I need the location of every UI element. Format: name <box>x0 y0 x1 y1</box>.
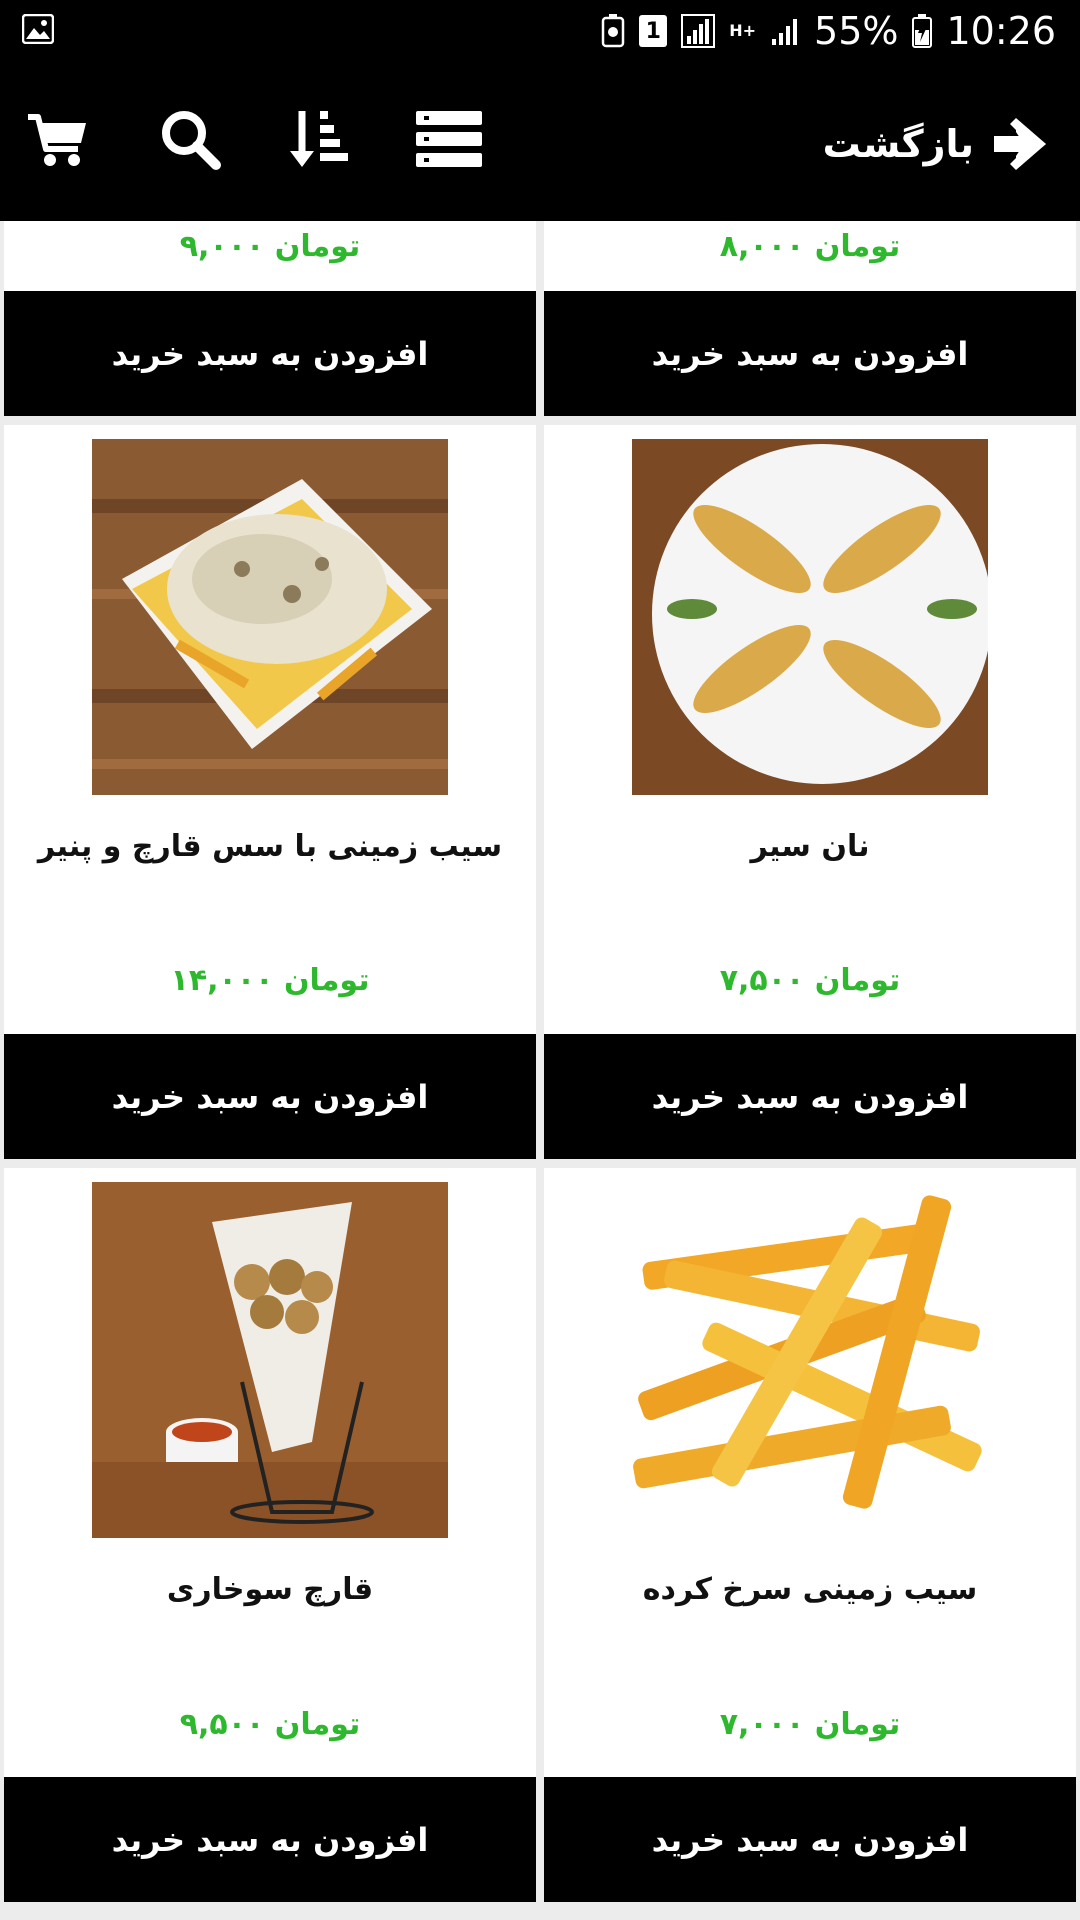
product-image[interactable] <box>92 439 448 795</box>
app-bar: بازگشت <box>0 62 1080 221</box>
clock: 10:26 <box>946 9 1056 53</box>
fried-mushrooms-image <box>92 1182 448 1538</box>
price-cell: ۷,۰۰۰ تومان <box>544 1669 1076 1779</box>
add-to-cart-button[interactable]: افزودن به سبد خرید <box>544 291 1076 416</box>
sim-badge: 1 <box>639 15 668 47</box>
back-button[interactable]: بازگشت <box>823 114 1048 174</box>
product-name: قارچ سوخاری <box>166 1572 374 1607</box>
battery-icon <box>912 14 933 48</box>
product-grid[interactable]: ۹,۰۰۰ تومان ۸,۰۰۰ تومان افزودن به سبد خر… <box>0 221 1080 1920</box>
search-icon[interactable] <box>158 107 222 171</box>
product-price: ۷,۰۰۰ تومان <box>719 1707 901 1742</box>
product-name: نان سیر <box>750 829 870 864</box>
status-bar: 1 H+ 55% 10:26 <box>0 0 1080 62</box>
product-price: ۸,۰۰۰ تومان <box>719 229 901 264</box>
product-price: ۷,۵۰۰ تومان <box>719 963 901 998</box>
list-view-icon[interactable] <box>414 107 484 171</box>
product-image[interactable] <box>92 1182 448 1538</box>
product-image[interactable] <box>632 439 988 795</box>
battery-percent: 55% <box>814 9 899 53</box>
network-type: H+ <box>729 21 757 40</box>
product-name: سیب زمینی با سس قارچ و پنیر <box>37 829 503 864</box>
french-fries-image <box>632 1182 988 1538</box>
price-cell: ۱۴,۰۰۰ تومان <box>4 925 536 1035</box>
garlic-bread-image <box>632 439 988 795</box>
arrow-right-icon <box>994 118 1046 170</box>
add-to-cart-button[interactable]: افزودن به سبد خرید <box>4 1777 536 1902</box>
cart-icon[interactable] <box>26 107 90 171</box>
price-cell: ۹,۰۰۰ تومان <box>4 221 536 291</box>
price-cell: ۹,۵۰۰ تومان <box>4 1669 536 1779</box>
add-to-cart-button[interactable]: افزودن به سبد خرید <box>544 1777 1076 1902</box>
signal-icon <box>681 14 716 48</box>
price-cell: ۸,۰۰۰ تومان <box>544 221 1076 291</box>
add-to-cart-button[interactable]: افزودن به سبد خرید <box>4 1034 536 1159</box>
sort-icon[interactable] <box>288 107 352 171</box>
back-label: بازگشت <box>822 122 974 166</box>
data-saver-icon <box>601 14 625 48</box>
add-to-cart-button[interactable]: افزودن به سبد خرید <box>544 1034 1076 1159</box>
add-to-cart-button[interactable]: افزودن به سبد خرید <box>4 291 536 416</box>
fries-with-mushroom-sauce-image <box>92 439 448 795</box>
product-name: سیب زمینی سرخ کرده <box>642 1572 978 1607</box>
product-price: ۱۴,۰۰۰ تومان <box>170 963 370 998</box>
signal-strength-icon <box>772 19 798 45</box>
gallery-notification-icon <box>22 14 54 44</box>
product-price: ۹,۰۰۰ تومان <box>179 229 361 264</box>
product-price: ۹,۵۰۰ تومان <box>179 1707 361 1742</box>
product-image[interactable] <box>632 1182 988 1538</box>
price-cell: ۷,۵۰۰ تومان <box>544 925 1076 1035</box>
